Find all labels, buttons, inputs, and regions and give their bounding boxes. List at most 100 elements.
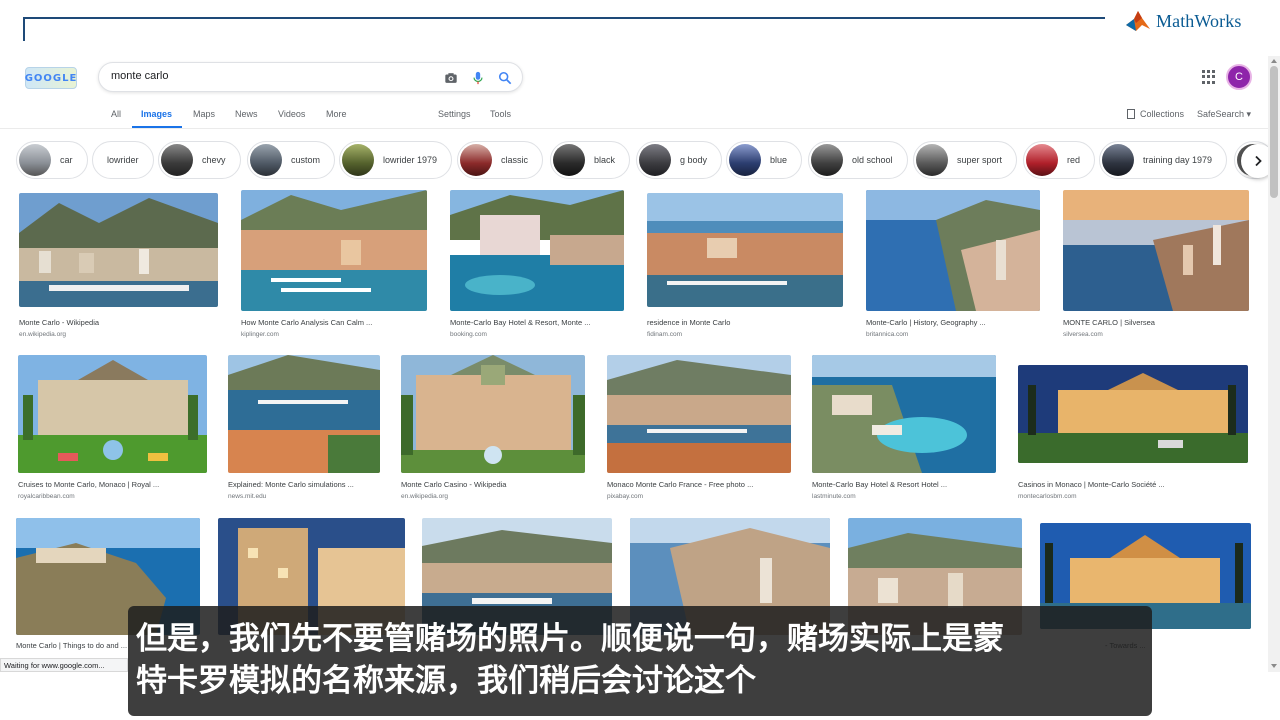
result-thumbnail[interactable] <box>812 355 996 473</box>
chip-thumbnail <box>729 144 761 176</box>
result-thumbnail[interactable] <box>19 193 218 307</box>
tabs-divider <box>0 128 1268 129</box>
result-caption[interactable]: Cruises to Monte Carlo, Monaco | Royal .… <box>18 480 207 489</box>
result-thumbnail[interactable] <box>228 355 380 473</box>
chip-classic[interactable]: classic <box>457 141 544 179</box>
chip-thumbnail <box>460 144 492 176</box>
result-thumbnail[interactable] <box>1063 190 1249 311</box>
chip-label: classic <box>501 155 529 165</box>
chip-lowrider[interactable]: lowrider <box>92 141 154 179</box>
scrollbar-thumb[interactable] <box>1270 66 1278 198</box>
chip-thumbnail <box>553 144 585 176</box>
result-thumbnail[interactable] <box>607 355 791 473</box>
chip-label: lowrider <box>107 155 139 165</box>
apps-grid-icon[interactable] <box>1202 70 1216 84</box>
result-source[interactable]: britannica.com <box>866 331 908 338</box>
chip-label: super sport <box>957 155 1003 165</box>
chip-label: red <box>1067 155 1081 165</box>
camera-icon[interactable] <box>443 70 459 86</box>
subtitle-line-2: 特卡罗模拟的名称来源，我们稍后会讨论这个 <box>136 663 756 699</box>
result-caption[interactable]: Monte-Carlo | History, Geography ... <box>866 318 1040 327</box>
chip-thumbnail <box>19 144 51 176</box>
result-thumbnail[interactable] <box>1018 365 1248 463</box>
chip-black[interactable]: black <box>550 141 631 179</box>
result-thumbnail[interactable] <box>866 190 1040 311</box>
chip-thumbnail <box>1102 144 1134 176</box>
tab-news[interactable]: News <box>235 109 258 119</box>
scroll-down-arrow[interactable] <box>1271 664 1277 668</box>
mic-icon[interactable] <box>470 70 486 86</box>
chip-thumbnail <box>639 144 671 176</box>
chip-blue[interactable]: blue <box>726 141 803 179</box>
subtitle-line-1: 但是，我们先不要管赌场的照片。顺便说一句，赌场实际上是蒙 <box>136 621 1004 657</box>
result-thumbnail[interactable] <box>450 190 624 311</box>
result-caption[interactable]: residence in Monte Carlo <box>647 318 843 327</box>
result-caption[interactable]: Casinos in Monaco | Monte-Carlo Société … <box>1018 480 1248 489</box>
result-source[interactable]: silversea.com <box>1063 331 1103 338</box>
chip-g-body[interactable]: g body <box>636 141 723 179</box>
result-source[interactable]: montecarlosbm.com <box>1018 493 1077 500</box>
chip-super-sport[interactable]: super sport <box>913 141 1018 179</box>
google-doodle-logo[interactable]: GOOGLE <box>25 67 77 89</box>
chip-red[interactable]: red <box>1023 141 1096 179</box>
tab-maps[interactable]: Maps <box>193 109 215 119</box>
result-source[interactable]: fidinam.com <box>647 331 682 338</box>
result-caption[interactable]: Monte-Carlo Bay Hotel & Resort Hotel ... <box>812 480 996 489</box>
chip-label: training day 1979 <box>1143 155 1213 165</box>
result-caption[interactable]: MONTE CARLO | Silversea <box>1063 318 1249 327</box>
result-thumbnail[interactable] <box>401 355 585 473</box>
result-caption[interactable]: Monte Carlo Casino - Wikipedia <box>401 480 585 489</box>
result-source[interactable]: booking.com <box>450 331 487 338</box>
tab-all[interactable]: All <box>111 109 121 119</box>
tab-videos[interactable]: Videos <box>278 109 305 119</box>
chip-thumbnail <box>811 144 843 176</box>
safesearch-menu[interactable]: SafeSearch ▾ <box>1197 109 1251 120</box>
scroll-up-arrow[interactable] <box>1271 59 1277 63</box>
result-thumbnail[interactable] <box>18 355 207 473</box>
search-input[interactable] <box>111 70 411 82</box>
result-caption[interactable]: Monte-Carlo Bay Hotel & Resort, Monte ..… <box>450 318 624 327</box>
browser-status-bar: Waiting for www.google.com... <box>0 658 128 672</box>
result-source[interactable]: kiplinger.com <box>241 331 279 338</box>
result-caption[interactable]: Monte Carlo - Wikipedia <box>19 318 219 327</box>
mathworks-wordmark: MathWorks <box>1156 10 1242 31</box>
bookmark-icon <box>1127 109 1135 119</box>
account-avatar[interactable]: C <box>1226 64 1252 90</box>
tab-images[interactable]: Images <box>141 109 172 119</box>
collections-link[interactable]: Collections <box>1127 109 1184 119</box>
chip-label: lowrider 1979 <box>383 155 438 165</box>
brand-rule-tick <box>23 17 25 41</box>
result-source[interactable]: pixabay.com <box>607 493 643 500</box>
mathworks-logo: MathWorks <box>1124 8 1241 34</box>
result-source[interactable]: royalcaribbean.com <box>18 493 75 500</box>
page-scrollbar[interactable] <box>1268 56 1280 672</box>
search-box[interactable] <box>98 62 523 92</box>
chip-lowrider-1979[interactable]: lowrider 1979 <box>339 141 453 179</box>
chip-label: g body <box>680 155 708 165</box>
chip-old-school[interactable]: old school <box>808 141 908 179</box>
mathworks-membrane-icon <box>1126 11 1150 31</box>
result-thumbnail[interactable] <box>241 190 427 311</box>
chip-custom[interactable]: custom <box>247 141 336 179</box>
result-caption[interactable]: Explained: Monte Carlo simulations ... <box>228 480 380 489</box>
chip-thumbnail <box>250 144 282 176</box>
video-subtitle: 但是，我们先不要管赌场的照片。顺便说一句，赌场实际上是蒙 特卡罗模拟的名称来源，… <box>128 606 1152 716</box>
result-source[interactable]: en.wikipedia.org <box>401 493 448 500</box>
result-caption[interactable]: How Monte Carlo Analysis Can Calm ... <box>241 318 427 327</box>
settings-link[interactable]: Settings <box>438 109 471 119</box>
result-thumbnail[interactable] <box>647 193 843 307</box>
chip-car[interactable]: car <box>16 141 88 179</box>
chip-label: chevy <box>202 155 226 165</box>
chip-thumbnail <box>916 144 948 176</box>
result-caption[interactable]: Monaco Monte Carlo France - Free photo .… <box>607 480 791 489</box>
result-source[interactable]: lastminute.com <box>812 493 856 500</box>
search-icon[interactable] <box>497 70 513 86</box>
chip-training-day-1979[interactable]: training day 1979 <box>1099 141 1228 179</box>
result-source[interactable]: en.wikipedia.org <box>19 331 66 338</box>
tab-more[interactable]: More <box>326 109 347 119</box>
chip-thumbnail <box>161 144 193 176</box>
chip-thumbnail <box>1026 144 1058 176</box>
result-source[interactable]: news.mit.edu <box>228 493 266 500</box>
chip-chevy[interactable]: chevy <box>158 141 241 179</box>
tools-link[interactable]: Tools <box>490 109 511 119</box>
